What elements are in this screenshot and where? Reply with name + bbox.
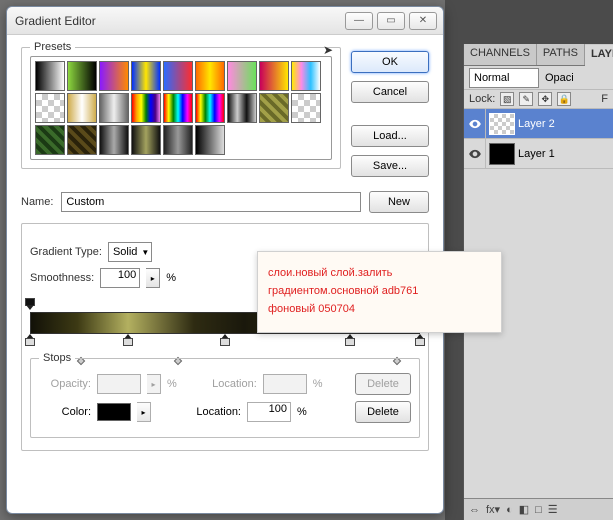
tab-channels[interactable]: CHANNELS [464, 44, 537, 65]
preset-swatch[interactable] [163, 61, 193, 91]
fx-icon[interactable]: fx▾ [486, 503, 500, 516]
fill-label: F [601, 93, 608, 105]
window-title: Gradient Editor [13, 14, 341, 28]
layer-name: Layer 2 [518, 118, 555, 130]
minimize-button[interactable]: — [345, 12, 373, 30]
preset-swatch[interactable] [131, 93, 161, 123]
preset-swatch[interactable] [259, 93, 289, 123]
location1-unit: % [313, 378, 323, 390]
save-button[interactable]: Save... [351, 155, 429, 177]
color-stops-track[interactable] [30, 334, 420, 348]
layers-footer: ⇔ fx▾ ◐ ◧ □ ☰ [464, 498, 613, 520]
preset-swatch[interactable] [195, 93, 225, 123]
smoothness-stepper[interactable]: ▸ [146, 268, 160, 288]
link-layers-icon[interactable]: ⇔ [469, 504, 480, 516]
location1-label: Location: [205, 378, 257, 390]
chevron-down-icon: ▼ [141, 248, 149, 257]
color-swatch[interactable] [97, 403, 131, 421]
ok-button[interactable]: OK [351, 51, 429, 73]
load-button[interactable]: Load... [351, 125, 429, 147]
preset-swatch[interactable] [67, 93, 97, 123]
smoothness-input[interactable]: 100 [100, 268, 140, 288]
lock-paint-icon[interactable]: ✎ [519, 92, 533, 106]
adjustment-icon[interactable]: ◧ [519, 503, 529, 516]
color-stop[interactable] [415, 334, 425, 346]
name-label: Name: [21, 196, 53, 208]
presets-grid: ➤ [30, 56, 332, 160]
opacity-panel-label: Opaci [545, 72, 574, 84]
opacity-input [97, 374, 141, 394]
opacity-unit: % [167, 378, 177, 390]
tab-layers[interactable]: LAYER [585, 45, 613, 66]
preset-swatch[interactable] [99, 125, 129, 155]
group-icon[interactable]: □ [535, 504, 542, 516]
layer-name: Layer 1 [518, 148, 555, 160]
stops-legend: Stops [39, 352, 75, 364]
delete-color-stop-button[interactable]: Delete [355, 401, 411, 423]
preset-swatch[interactable] [259, 61, 289, 91]
layer-row[interactable]: Layer 1 [464, 139, 613, 169]
color-stop[interactable] [123, 334, 133, 346]
titlebar: Gradient Editor — ▭ ✕ [7, 7, 443, 35]
layer-row[interactable]: Layer 2 [464, 109, 613, 139]
cancel-button[interactable]: Cancel [351, 81, 429, 103]
color-stop[interactable] [25, 334, 35, 346]
opacity-stepper: ▸ [147, 374, 161, 394]
visibility-icon[interactable] [464, 109, 486, 139]
lock-label: Lock: [469, 93, 495, 105]
smoothness-label: Smoothness: [30, 272, 94, 284]
gradient-type-select[interactable]: Solid ▼ [108, 242, 152, 262]
delete-opacity-stop-button: Delete [355, 373, 411, 395]
presets-legend: Presets [30, 41, 75, 53]
preset-swatch[interactable] [195, 125, 225, 155]
preset-swatch[interactable] [163, 125, 193, 155]
mask-icon[interactable]: ◐ [506, 504, 513, 516]
layer-thumbnail[interactable] [489, 113, 515, 135]
opacity-stop[interactable] [25, 298, 35, 310]
location2-input[interactable]: 100 [247, 402, 291, 422]
preset-swatch[interactable] [291, 93, 321, 123]
maximize-button[interactable]: ▭ [377, 12, 405, 30]
opacity-label: Opacity: [39, 378, 91, 390]
presets-menu-icon[interactable]: ➤ [323, 43, 333, 57]
preset-swatch[interactable] [195, 61, 225, 91]
new-layer-icon[interactable]: ☰ [548, 503, 558, 516]
preset-swatch[interactable] [67, 125, 97, 155]
preset-swatch[interactable] [35, 61, 65, 91]
preset-swatch[interactable] [163, 93, 193, 123]
gradient-type-label: Gradient Type: [30, 246, 102, 258]
lock-all-icon[interactable]: 🔒 [557, 92, 571, 106]
gradient-type-value: Solid [113, 246, 137, 258]
preset-swatch[interactable] [131, 125, 161, 155]
lock-position-icon[interactable]: ✥ [538, 92, 552, 106]
preset-swatch[interactable] [67, 61, 97, 91]
preset-swatch[interactable] [291, 61, 321, 91]
visibility-icon[interactable] [464, 139, 486, 169]
color-stepper[interactable]: ▸ [137, 402, 151, 422]
preset-swatch[interactable] [35, 125, 65, 155]
close-button[interactable]: ✕ [409, 12, 437, 30]
blend-mode-select[interactable]: Normal [469, 68, 539, 88]
name-input[interactable] [61, 192, 361, 212]
tab-paths[interactable]: PATHS [537, 44, 585, 65]
location2-label: Location: [189, 406, 241, 418]
preset-swatch[interactable] [99, 93, 129, 123]
new-button[interactable]: New [369, 191, 429, 213]
smoothness-unit: % [166, 272, 176, 284]
location2-unit: % [297, 406, 307, 418]
preset-swatch[interactable] [35, 93, 65, 123]
preset-swatch[interactable] [227, 93, 257, 123]
color-stop[interactable] [220, 334, 230, 346]
location1-input [263, 374, 307, 394]
color-label: Color: [39, 406, 91, 418]
color-stop[interactable] [345, 334, 355, 346]
lock-transparency-icon[interactable]: ▧ [500, 92, 514, 106]
preset-swatch[interactable] [227, 61, 257, 91]
layer-thumbnail[interactable] [489, 143, 515, 165]
tooltip-note: слои.новый слой.залить градиентом.основн… [257, 251, 502, 333]
presets-fieldset: Presets ➤ [21, 47, 341, 169]
preset-swatch[interactable] [131, 61, 161, 91]
preset-swatch[interactable] [99, 61, 129, 91]
